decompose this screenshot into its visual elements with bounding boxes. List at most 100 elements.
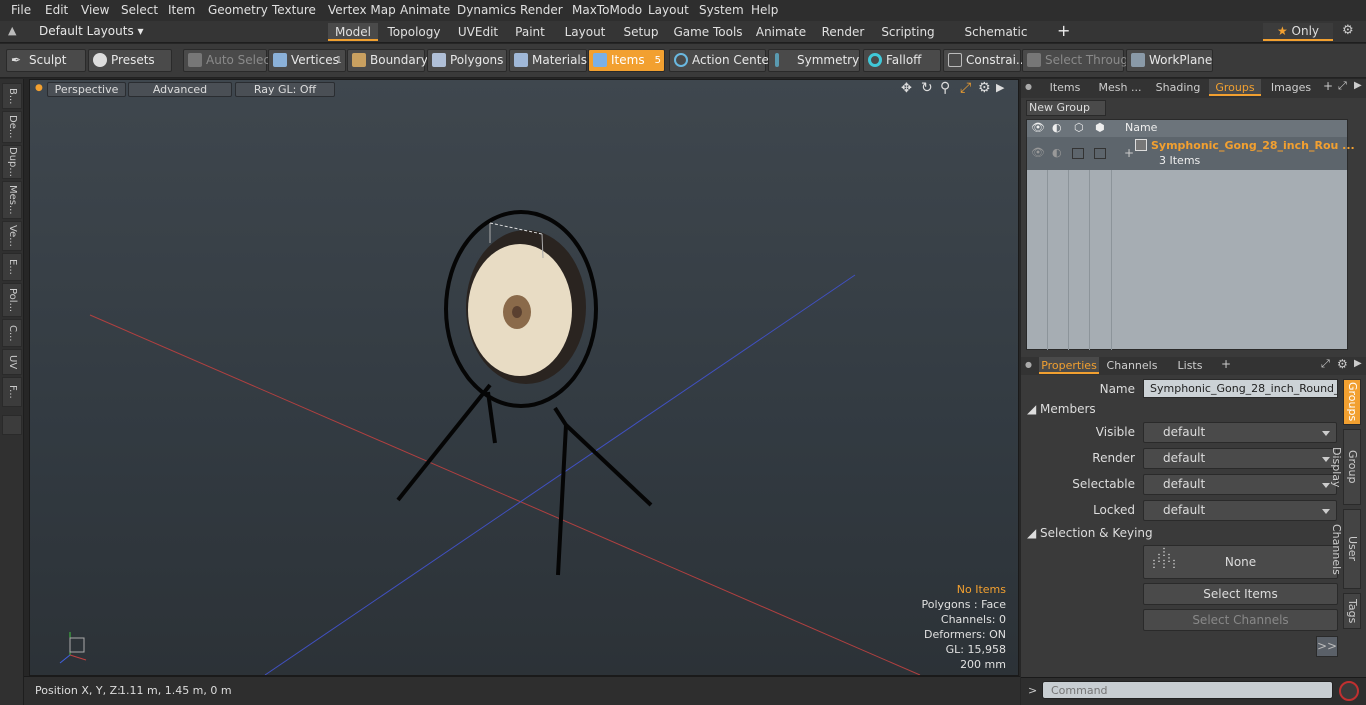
tab-model[interactable]: Model: [328, 23, 378, 41]
sculpt-button[interactable]: ✒ Sculpt: [6, 49, 86, 72]
side-tab-tags[interactable]: Tags: [1343, 593, 1361, 629]
tab-layout[interactable]: Layout: [560, 23, 610, 41]
row-lock-checkbox[interactable]: [1094, 148, 1106, 159]
constraints-button[interactable]: Constrai...: [943, 49, 1027, 72]
members-section[interactable]: ◢ Members: [1027, 402, 1337, 418]
default-layouts-dropdown[interactable]: Default Layouts ▾: [39, 24, 144, 38]
viewport-more-icon[interactable]: ▶: [996, 81, 1004, 94]
more-button[interactable]: >>: [1316, 636, 1338, 657]
vertices-button[interactable]: Vertices 1: [268, 49, 346, 72]
materials-button[interactable]: Materials: [509, 49, 587, 72]
left-tab-2[interactable]: De...: [2, 111, 22, 143]
tab-uvedit[interactable]: UVEdit: [452, 23, 504, 41]
row-select-checkbox[interactable]: [1072, 148, 1084, 159]
tab-images[interactable]: Images: [1265, 79, 1317, 96]
viewport-settings-icon[interactable]: ⚙: [978, 80, 991, 96]
zoom-view-icon[interactable]: ⚲: [940, 80, 950, 96]
scene-canvas[interactable]: [30, 80, 1018, 675]
only-toggle[interactable]: ★ Only: [1263, 23, 1333, 41]
selectable-dropdown[interactable]: default: [1143, 474, 1337, 495]
record-macro-icon[interactable]: [1339, 681, 1359, 701]
menu-geometry[interactable]: Geometry: [208, 3, 268, 17]
auto-select-button[interactable]: Auto Select: [183, 49, 275, 72]
name-column-header[interactable]: Name: [1125, 121, 1157, 134]
left-tab-5[interactable]: Ve...: [2, 221, 22, 251]
tab-setup[interactable]: Setup: [620, 23, 662, 41]
visible-dropdown[interactable]: default: [1143, 422, 1337, 443]
tab-shading[interactable]: Shading: [1151, 79, 1205, 96]
boundary-button[interactable]: Boundary: [347, 49, 428, 72]
add-tab-icon[interactable]: +: [1057, 21, 1070, 40]
tab-schematic-fusion[interactable]: Schematic Fusion: [948, 23, 1044, 57]
items-button[interactable]: Items 5: [588, 49, 665, 72]
action-center-button[interactable]: Action Center: [669, 49, 774, 72]
render-col-icon[interactable]: ◐: [1052, 121, 1062, 134]
group-name[interactable]: Symphonic_Gong_28_inch_Rou ...: [1151, 139, 1355, 152]
menu-animate[interactable]: Animate: [400, 3, 450, 17]
tab-animate[interactable]: Animate: [752, 23, 810, 41]
viewport-dot-icon[interactable]: ●: [35, 83, 43, 93]
move-view-icon[interactable]: ✥: [901, 81, 912, 96]
presets-button[interactable]: Presets: [88, 49, 172, 72]
advanced-button[interactable]: Advanced: [128, 82, 232, 97]
left-tab-8[interactable]: C...: [2, 319, 22, 347]
tab-lists[interactable]: Lists: [1165, 357, 1215, 374]
row-visible-eye-icon[interactable]: 👁: [1031, 146, 1045, 159]
raygl-button[interactable]: Ray GL: Off: [235, 82, 335, 97]
menu-view[interactable]: View: [81, 3, 109, 17]
maximize-panel-icon[interactable]: ⤢: [1338, 79, 1347, 93]
menu-select[interactable]: Select: [121, 3, 158, 17]
menu-vertex-map[interactable]: Vertex Map: [328, 3, 396, 17]
left-tab-10[interactable]: F...: [2, 377, 22, 407]
tab-render[interactable]: Render: [818, 23, 868, 41]
menu-file[interactable]: File: [11, 3, 31, 17]
fit-view-icon[interactable]: ⤢: [960, 80, 971, 96]
menu-item[interactable]: Item: [168, 3, 195, 17]
side-tab-groups[interactable]: Groups: [1343, 379, 1361, 425]
keying-none-button[interactable]: ⋮ ⋮⋮ ⋮⋮⋮ None: [1143, 545, 1338, 579]
rotate-view-icon[interactable]: ↻: [921, 80, 933, 96]
workplane-button[interactable]: WorkPlane: [1126, 49, 1213, 72]
left-tab-4[interactable]: Mes...: [2, 181, 22, 219]
side-tab-group-display[interactable]: Group Display: [1330, 429, 1361, 505]
add-props-tab-icon[interactable]: +: [1221, 357, 1231, 371]
selection-keying-section[interactable]: ◢ Selection & Keying: [1027, 526, 1337, 542]
row-render-icon[interactable]: ◐: [1052, 146, 1062, 159]
locked-dropdown[interactable]: default: [1143, 500, 1337, 521]
menu-edit[interactable]: Edit: [45, 3, 68, 17]
tab-properties[interactable]: Properties: [1039, 357, 1099, 374]
left-tab-9[interactable]: UV: [2, 349, 22, 375]
left-tab-7[interactable]: Pol...: [2, 283, 22, 317]
3d-viewport[interactable]: ● Perspective Advanced Ray GL: Off ✥ ↻ ⚲…: [29, 79, 1019, 676]
left-tab-6[interactable]: E...: [2, 253, 22, 281]
left-tab-3[interactable]: Dup...: [2, 145, 22, 179]
tab-items[interactable]: Items: [1039, 79, 1091, 96]
tab-game-tools[interactable]: Game Tools: [672, 23, 744, 41]
tab-mesh[interactable]: Mesh ...: [1093, 79, 1147, 96]
new-group-button[interactable]: New Group: [1026, 100, 1106, 116]
group-name-input[interactable]: Symphonic_Gong_28_inch_Round_Sta: [1143, 379, 1338, 398]
props-more-icon[interactable]: ▶: [1354, 358, 1362, 369]
menu-render[interactable]: Render: [520, 3, 563, 17]
select-through-button[interactable]: Select Through: [1022, 49, 1136, 72]
menu-maxtomodo[interactable]: MaxToModo: [572, 3, 642, 17]
side-tab-user-channels[interactable]: User Channels: [1330, 509, 1361, 589]
command-input[interactable]: [1042, 681, 1333, 699]
left-tab-collapse[interactable]: [2, 415, 22, 435]
select-channels-button[interactable]: Select Channels: [1143, 609, 1338, 631]
maximize-props-icon[interactable]: ⤢: [1321, 357, 1330, 371]
add-panel-tab-icon[interactable]: +: [1323, 79, 1333, 93]
left-tab-1[interactable]: B...: [2, 83, 22, 109]
tab-topology[interactable]: Topology: [384, 23, 444, 41]
tab-channels[interactable]: Channels: [1103, 357, 1161, 374]
group-row[interactable]: 👁 ◐ + Symphonic_Gong_28_inch_Rou ... 3 I…: [1027, 137, 1355, 170]
falloff-button[interactable]: Falloff: [863, 49, 941, 72]
menu-system[interactable]: System: [699, 3, 744, 17]
menu-help[interactable]: Help: [751, 3, 778, 17]
symmetry-button[interactable]: Symmetry: [768, 49, 860, 72]
props-settings-icon[interactable]: ⚙: [1337, 357, 1348, 371]
visible-col-eye-icon[interactable]: 👁: [1031, 121, 1045, 134]
tab-scripting[interactable]: Scripting: [878, 23, 938, 41]
layout-arrow-icon[interactable]: ▲: [8, 24, 16, 37]
select-col-icon[interactable]: ⬡: [1074, 121, 1084, 134]
